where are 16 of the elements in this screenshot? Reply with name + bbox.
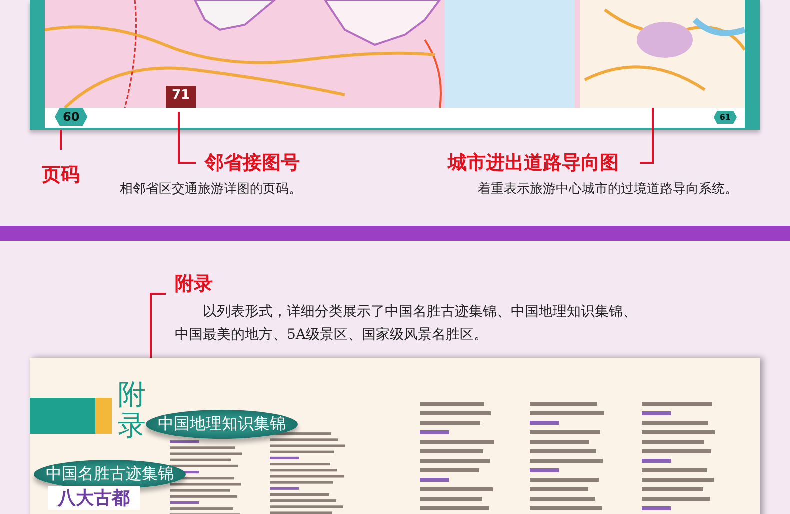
callout-title: 邻省接图号 — [205, 151, 300, 176]
section-heading: 八大古都 — [48, 486, 140, 510]
callout-description: 相邻省区交通旅游详图的页码。 — [120, 181, 302, 198]
callout-title: 页码 — [42, 163, 80, 188]
page-number: 61 — [714, 111, 737, 124]
callout-description: 着重表示旅游中心城市的过境道路导向系统。 — [478, 181, 738, 198]
leader-line — [178, 112, 196, 164]
banner: 中国地理知识集锦 — [146, 410, 298, 439]
callout-title: 城市进出道路导向图 — [448, 151, 619, 176]
leader-line — [640, 108, 654, 164]
page-heading: 附录 — [118, 380, 146, 442]
banner: 中国名胜古迹集锦 — [34, 460, 186, 489]
appendix-description: 以列表形式，详细分类展示了中国名胜古迹集锦、中国地理知识集锦、中国最美的地方、5A级景区、国家级风景名胜区。 — [175, 303, 638, 345]
appendix-title: 附录 — [175, 272, 214, 297]
leader-line — [60, 130, 62, 150]
page-number: 60 — [55, 108, 88, 126]
